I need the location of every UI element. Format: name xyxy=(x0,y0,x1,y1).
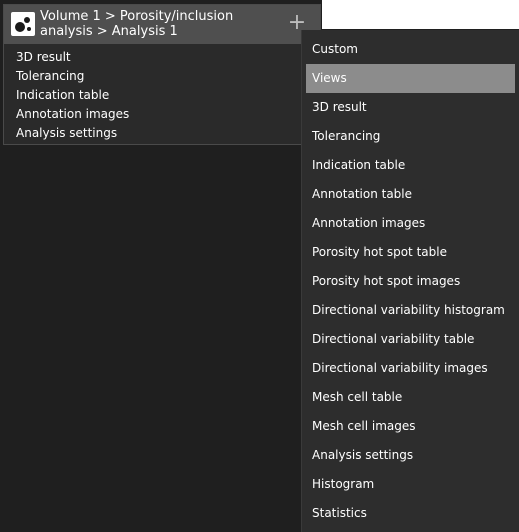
menu-item-mesh-cell-table[interactable]: Mesh cell table xyxy=(302,383,519,412)
porosity-analysis-icon xyxy=(11,12,35,36)
menu-item-histogram[interactable]: Histogram xyxy=(302,470,519,499)
panel-item-tolerancing[interactable]: Tolerancing xyxy=(16,67,129,86)
menu-item-mesh-cell-images[interactable]: Mesh cell images xyxy=(302,412,519,441)
panel-item-analysis-settings[interactable]: Analysis settings xyxy=(16,124,129,143)
menu-item-porosity-hot-spot-table[interactable]: Porosity hot spot table xyxy=(302,238,519,267)
panel-header: Volume 1 > Porosity/inclusion analysis >… xyxy=(4,5,320,44)
panel-item-list: 3D result Tolerancing Indication table A… xyxy=(16,48,129,143)
background-window-region xyxy=(322,0,519,29)
menu-item-3d-result[interactable]: 3D result xyxy=(302,93,519,122)
menu-item-custom[interactable]: Custom xyxy=(302,35,519,64)
menu-item-list: Custom Views 3D result Tolerancing Indic… xyxy=(302,35,519,528)
panel-item-indication-table[interactable]: Indication table xyxy=(16,86,129,105)
menu-item-porosity-hot-spot-images[interactable]: Porosity hot spot images xyxy=(302,267,519,296)
panel-item-3d-result[interactable]: 3D result xyxy=(16,48,129,67)
analysis-panel: Volume 1 > Porosity/inclusion analysis >… xyxy=(3,4,321,145)
menu-item-views[interactable]: Views xyxy=(306,64,515,93)
menu-item-annotation-table[interactable]: Annotation table xyxy=(302,180,519,209)
menu-item-annotation-images[interactable]: Annotation images xyxy=(302,209,519,238)
menu-item-directional-variability-histogram[interactable]: Directional variability histogram xyxy=(302,296,519,325)
menu-item-directional-variability-images[interactable]: Directional variability images xyxy=(302,354,519,383)
menu-item-indication-table[interactable]: Indication table xyxy=(302,151,519,180)
add-item-dropdown-menu: Custom Views 3D result Tolerancing Indic… xyxy=(301,30,519,532)
menu-item-directional-variability-table[interactable]: Directional variability table xyxy=(302,325,519,354)
panel-item-annotation-images[interactable]: Annotation images xyxy=(16,105,129,124)
menu-item-analysis-settings[interactable]: Analysis settings xyxy=(302,441,519,470)
menu-item-tolerancing[interactable]: Tolerancing xyxy=(302,122,519,151)
menu-item-statistics[interactable]: Statistics xyxy=(302,499,519,528)
panel-title: Volume 1 > Porosity/inclusion analysis >… xyxy=(40,9,234,39)
